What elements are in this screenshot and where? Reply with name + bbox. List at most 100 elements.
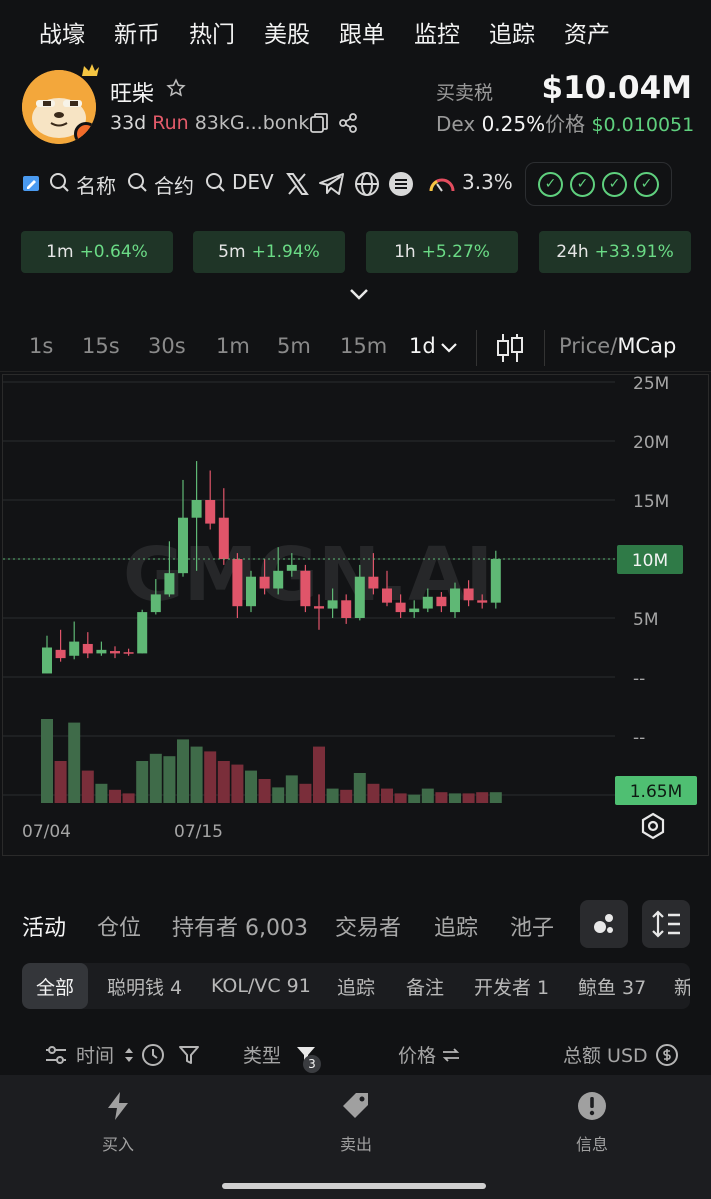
volume-bar	[394, 793, 407, 803]
change-1h[interactable]: 1h +5.27%	[366, 231, 518, 273]
sell-button[interactable]: 卖出	[316, 1091, 396, 1155]
filter-icon[interactable]	[178, 1044, 200, 1066]
search-name[interactable]: 名称	[76, 170, 116, 199]
col-time[interactable]: 时间	[76, 1041, 114, 1068]
token-avatar	[22, 70, 96, 144]
filter-chips: 全部 聪明钱 4 KOL/VC 91 追踪 备注 开发者 1 鲸鱼 37 新	[22, 963, 690, 1009]
chart-canvas[interactable]: GMGN.AI25M20M15M5M----10M1.65M07/0407/15	[3, 375, 708, 855]
candle-body	[300, 570, 311, 607]
candle-body	[490, 559, 501, 603]
volume-bar	[245, 770, 257, 803]
token-name: 旺柴	[110, 82, 155, 107]
token-status: Run	[152, 112, 189, 134]
tf-1m[interactable]: 1m	[216, 334, 250, 358]
candlestick-icon[interactable]	[496, 332, 524, 364]
filter-tracking[interactable]: 追踪	[337, 963, 375, 1009]
bubble-icon	[594, 914, 613, 933]
home-indicator	[222, 1183, 486, 1189]
security-checks[interactable]: ✓ ✓ ✓ ✓	[525, 162, 672, 206]
tf-1s[interactable]: 1s	[29, 334, 53, 358]
token-address: 83kG...bonk	[194, 112, 310, 134]
search-contract[interactable]: 合约	[154, 170, 194, 199]
nav-assets[interactable]: 资产	[564, 15, 610, 49]
candle-body	[341, 600, 352, 618]
tab-traders[interactable]: 交易者	[335, 910, 401, 942]
filter-notes[interactable]: 备注	[406, 963, 444, 1009]
nav-trenches[interactable]: 战壕	[39, 15, 85, 49]
candle-body	[477, 600, 488, 603]
search-icon[interactable]	[48, 171, 70, 193]
change-24h[interactable]: 24h +33.91%	[539, 231, 691, 273]
chevron-down-icon[interactable]	[440, 342, 458, 354]
change-1m[interactable]: 1m +0.64%	[21, 231, 173, 273]
clock-icon[interactable]	[141, 1043, 165, 1067]
col-total[interactable]: 总额 USD	[563, 1041, 648, 1068]
tf-5m[interactable]: 5m	[277, 334, 311, 358]
filter-smart-money[interactable]: 聪明钱 4	[107, 963, 182, 1009]
chart-settings-icon[interactable]	[641, 812, 665, 840]
y-tick-label: 20M	[633, 433, 669, 453]
change-5m[interactable]: 5m +1.94%	[193, 231, 345, 273]
candle-body	[96, 649, 107, 654]
candle-body	[463, 588, 474, 601]
nav-trending[interactable]: 热门	[189, 15, 235, 49]
filter-settings-button[interactable]	[642, 900, 690, 948]
tf-15s[interactable]: 15s	[82, 334, 120, 358]
filter-new[interactable]: 新	[674, 963, 690, 1009]
list-icon[interactable]	[388, 171, 414, 197]
search-dev[interactable]: DEV	[232, 170, 274, 194]
filter-whales[interactable]: 鲸鱼 37	[578, 963, 646, 1009]
buy-button[interactable]: 买入	[78, 1091, 158, 1155]
col-price[interactable]: 价格	[398, 1041, 436, 1068]
x-icon[interactable]	[284, 171, 310, 197]
candle-body	[218, 517, 229, 559]
sliders-icon[interactable]	[44, 1044, 68, 1066]
filter-all[interactable]: 全部	[22, 963, 89, 1009]
star-icon[interactable]	[166, 78, 186, 98]
info-button[interactable]: 信息	[552, 1091, 632, 1155]
candle-body	[191, 500, 202, 518]
info-label: 信息	[575, 1135, 608, 1154]
copy-icon[interactable]	[309, 112, 329, 134]
note-icon[interactable]	[22, 174, 42, 194]
telegram-icon[interactable]	[318, 171, 346, 197]
tf-15m[interactable]: 15m	[340, 334, 387, 358]
tab-tracking[interactable]: 追踪	[434, 910, 478, 942]
volume-bar	[54, 761, 67, 803]
swap-icon[interactable]	[442, 1048, 460, 1062]
currency-icon[interactable]	[655, 1043, 679, 1067]
filter-kol-vc[interactable]: KOL/VC 91	[211, 963, 311, 1009]
volume-bar	[285, 775, 298, 803]
candle-body	[286, 564, 297, 571]
tf-1d[interactable]: 1d	[409, 334, 436, 358]
col-type[interactable]: 类型	[243, 1041, 281, 1068]
links-row: 名称 合约 DEV 3.3% ✓ ✓ ✓ ✓	[20, 162, 692, 206]
crown-icon	[82, 64, 99, 76]
tab-positions[interactable]: 仓位	[97, 910, 141, 942]
sort-icon[interactable]	[124, 1047, 134, 1063]
search-icon[interactable]	[204, 171, 226, 193]
price-chart[interactable]: GMGN.AI25M20M15M5M----10M1.65M07/0407/15	[2, 374, 709, 856]
tab-pools[interactable]: 池子	[510, 910, 554, 942]
search-icon[interactable]	[126, 171, 148, 193]
dex-tax: 0.25%	[481, 112, 546, 136]
tag-icon	[343, 1093, 368, 1118]
tab-activity[interactable]: 活动	[22, 910, 66, 942]
nav-monitor[interactable]: 监控	[414, 15, 460, 49]
bubble-map-button[interactable]	[580, 900, 628, 948]
nav-us-stocks[interactable]: 美股	[264, 15, 310, 49]
globe-icon[interactable]	[354, 171, 380, 197]
volume-bar	[41, 719, 53, 803]
share-icon[interactable]	[338, 112, 358, 134]
sell-label: 卖出	[339, 1135, 372, 1154]
candle-body	[246, 576, 256, 607]
nav-new-coins[interactable]: 新币	[114, 15, 160, 49]
candle-body	[205, 500, 216, 524]
nav-copy-trade[interactable]: 跟单	[339, 15, 385, 49]
price-mcap-toggle[interactable]: Price/MCap	[559, 334, 676, 358]
tf-30s[interactable]: 30s	[148, 334, 186, 358]
nav-track[interactable]: 追踪	[489, 15, 535, 49]
chevron-down-icon[interactable]	[348, 286, 370, 302]
tab-holders[interactable]: 持有者 6,003	[172, 910, 308, 942]
filter-developer[interactable]: 开发者 1	[474, 963, 549, 1009]
